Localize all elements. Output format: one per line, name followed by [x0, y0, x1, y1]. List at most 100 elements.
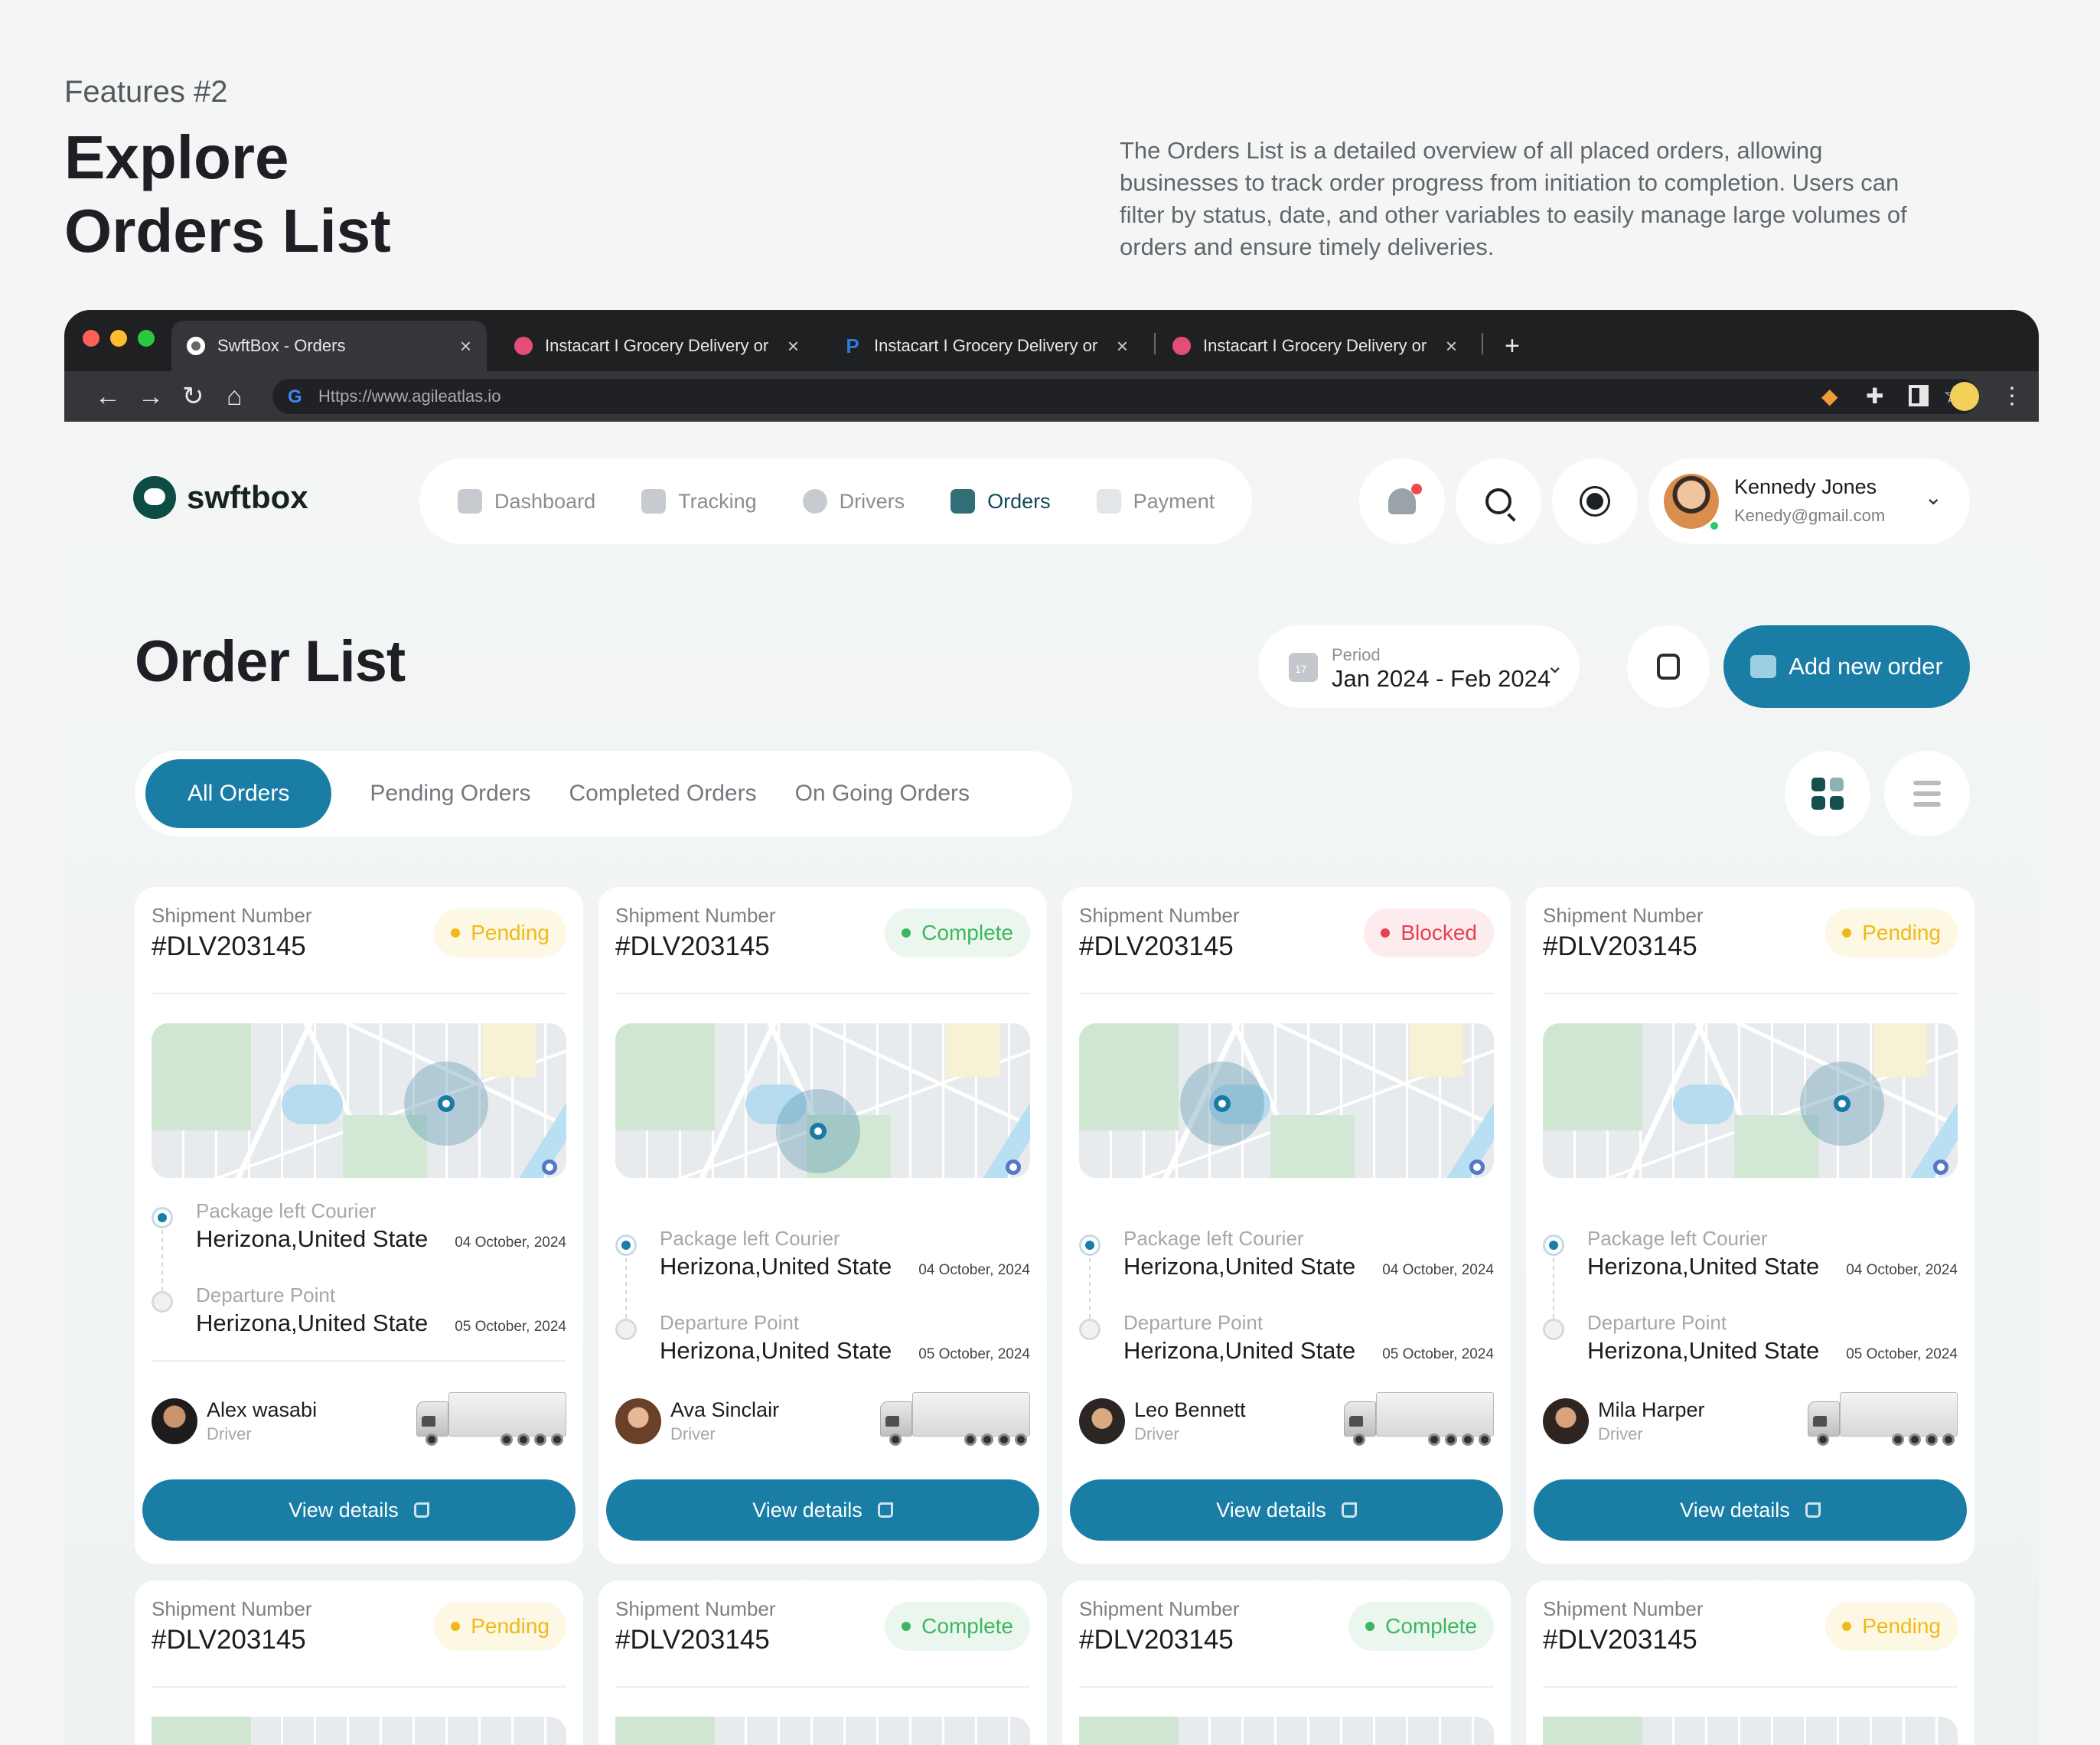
shipment-number: #DLV203145: [1079, 931, 1234, 961]
user-profile-menu[interactable]: Kennedy Jones Kenedy@gmail.com ⌄: [1648, 458, 1970, 544]
refresh-button[interactable]: [1627, 625, 1710, 708]
departure-place: Herizona,United State: [1123, 1337, 1356, 1364]
status-badge: Complete: [1348, 1602, 1494, 1651]
list-view-button[interactable]: [1884, 751, 1970, 837]
profile-icon[interactable]: [1950, 382, 1979, 411]
notifications-button[interactable]: [1359, 458, 1445, 544]
route-map[interactable]: [152, 1717, 566, 1745]
route-map[interactable]: [615, 1717, 1030, 1745]
timeline-line: [625, 1257, 627, 1319]
grid-view-button[interactable]: [1785, 751, 1870, 837]
add-new-order-button[interactable]: Add new order: [1723, 625, 1970, 708]
external-link-icon: [413, 1502, 429, 1518]
truck-image: [1344, 1392, 1494, 1447]
view-details-button[interactable]: View details: [606, 1479, 1039, 1541]
refresh-icon: [1657, 654, 1680, 680]
period-selector[interactable]: Period Jan 2024 - Feb 2024 ⌄: [1258, 625, 1580, 708]
reload-icon[interactable]: ↻: [182, 382, 204, 411]
browser-tab-instacart-2[interactable]: P Instacart I Grocery Delivery or ×: [828, 321, 1143, 371]
theme-toggle-button[interactable]: [1552, 458, 1638, 544]
chevron-down-icon: ⌄: [1546, 654, 1564, 677]
route-map[interactable]: [1543, 1023, 1958, 1178]
route-map[interactable]: [1079, 1023, 1494, 1178]
tab-all-orders[interactable]: All Orders: [145, 759, 332, 828]
view-details-label: View details: [1216, 1498, 1326, 1522]
divider: [1079, 993, 1494, 994]
puzzle-icon[interactable]: ✚: [1866, 382, 1883, 411]
driver-avatar: [1543, 1398, 1589, 1444]
driver-role: Driver: [670, 1424, 716, 1443]
nav-item-payment[interactable]: Payment: [1096, 489, 1215, 514]
forward-icon[interactable]: →: [138, 382, 164, 411]
truck-image: [416, 1392, 566, 1447]
tab-title: Instacart I Grocery Delivery or: [545, 336, 769, 355]
view-details-button[interactable]: View details: [1534, 1479, 1967, 1541]
driver-role: Driver: [1598, 1424, 1643, 1443]
calendar-icon: [1289, 653, 1318, 682]
view-details-button[interactable]: View details: [142, 1479, 576, 1541]
close-tab-icon[interactable]: ×: [788, 334, 799, 358]
menu-icon[interactable]: ⋮: [2001, 382, 2023, 411]
order-card: Shipment Number #DLV203145 Complete Pack…: [598, 887, 1047, 1564]
url-field[interactable]: G Https://www.agileatlas.io ☆: [272, 379, 1979, 414]
tab-completed-orders[interactable]: Completed Orders: [549, 759, 775, 828]
period-label: Period: [1332, 645, 1381, 664]
nav-item-drivers[interactable]: Drivers: [802, 489, 905, 514]
departure-label: Departure Point: [1123, 1311, 1264, 1334]
tab-divider: [1482, 333, 1483, 354]
back-icon[interactable]: ←: [95, 382, 121, 411]
driver-avatar: [152, 1398, 197, 1444]
divider: [1543, 993, 1958, 994]
close-tab-icon[interactable]: ×: [1117, 334, 1128, 358]
order-card: Shipment Number #DLV203145 Complete: [598, 1580, 1047, 1745]
browser-tab-instacart-1[interactable]: Instacart I Grocery Delivery or ×: [499, 321, 814, 371]
departure-label: Departure Point: [196, 1283, 336, 1306]
tab-ongoing-orders[interactable]: On Going Orders: [776, 759, 989, 828]
driver-role: Driver: [1134, 1424, 1179, 1443]
shipment-number: #DLV203145: [1543, 1625, 1697, 1655]
extension-fox-icon[interactable]: ◆: [1821, 382, 1838, 411]
pickup-label: Package left Courier: [1123, 1227, 1304, 1250]
truck-image: [1808, 1392, 1958, 1447]
route-map[interactable]: [615, 1023, 1030, 1178]
status-badge: Pending: [1825, 1602, 1958, 1651]
nav-item-dashboard[interactable]: Dashboard: [458, 489, 595, 514]
close-tab-icon[interactable]: ×: [460, 334, 471, 358]
departure-place: Herizona,United State: [660, 1337, 892, 1364]
route-map[interactable]: [1543, 1717, 1958, 1745]
browser-tab-instacart-3[interactable]: Instacart I Grocery Delivery or ×: [1157, 321, 1472, 371]
tab-title: Instacart I Grocery Delivery or: [1203, 336, 1427, 355]
sidebar-icon[interactable]: [1909, 385, 1929, 406]
shipment-number: #DLV203145: [152, 931, 306, 961]
minimize-window-dot[interactable]: [110, 330, 127, 347]
destination-dot-icon: [1006, 1160, 1021, 1175]
close-window-dot[interactable]: [83, 330, 99, 347]
divider: [152, 993, 566, 994]
divider: [152, 1686, 566, 1688]
nav-item-tracking[interactable]: Tracking: [641, 489, 757, 514]
search-button[interactable]: [1456, 458, 1541, 544]
browser-window: SwftBox - Orders × Instacart I Grocery D…: [64, 310, 2039, 1745]
browser-tab-swftbox[interactable]: SwftBox - Orders ×: [171, 321, 487, 371]
timeline-start-icon: [1079, 1235, 1101, 1256]
orders-grid: Shipment Number #DLV203145 Pending Packa…: [135, 887, 1974, 1745]
new-tab-icon[interactable]: +: [1489, 321, 1535, 371]
tab-pending-orders[interactable]: Pending Orders: [331, 759, 549, 828]
status-badge: Pending: [434, 908, 566, 957]
maximize-window-dot[interactable]: [138, 330, 155, 347]
view-details-button[interactable]: View details: [1070, 1479, 1503, 1541]
map-pin-icon: [810, 1123, 827, 1140]
departure-place: Herizona,United State: [196, 1310, 429, 1336]
nav-item-orders[interactable]: Orders: [951, 489, 1051, 514]
app-viewport: swftbox Dashboard Tracking Drivers Order…: [64, 422, 2039, 1745]
shipment-number-label: Shipment Number: [1543, 1597, 1704, 1620]
driver-name: Ava Sinclair: [670, 1398, 780, 1421]
route-map[interactable]: [152, 1023, 566, 1178]
status-badge: Pending: [1825, 908, 1958, 957]
close-tab-icon[interactable]: ×: [1446, 334, 1457, 358]
online-status-icon: [1708, 520, 1720, 532]
home-icon[interactable]: ⌂: [227, 382, 243, 411]
shipment-number-label: Shipment Number: [152, 904, 312, 927]
swftbox-logo[interactable]: swftbox: [133, 476, 308, 519]
route-map[interactable]: [1079, 1717, 1494, 1745]
